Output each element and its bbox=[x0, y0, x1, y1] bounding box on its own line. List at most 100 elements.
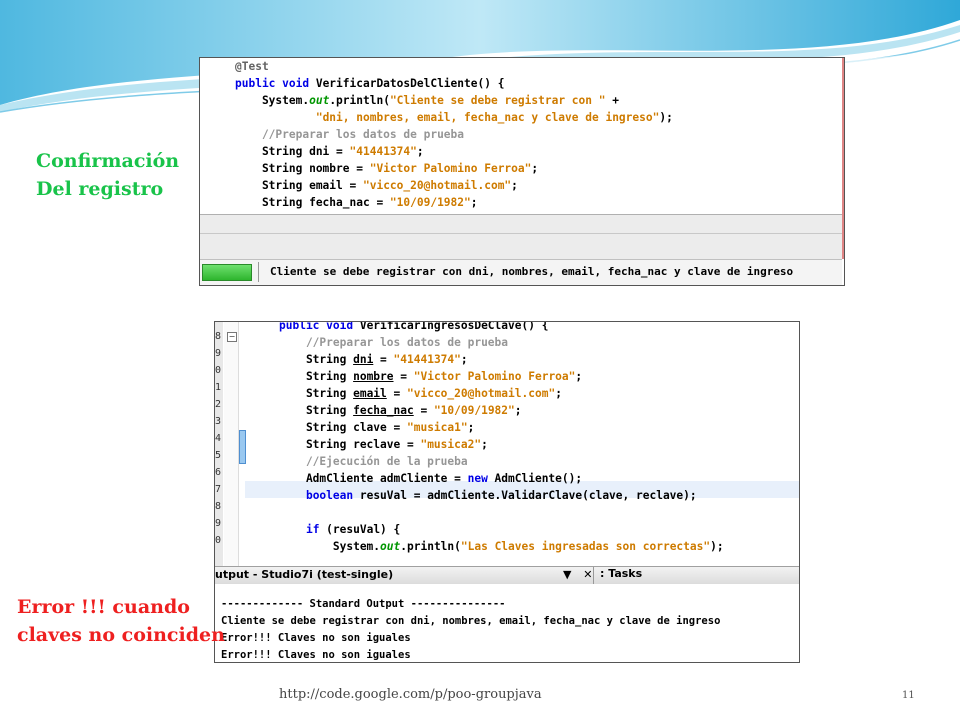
code-token: "vicco_20@hotmail.com" bbox=[362, 179, 512, 192]
code-token: "10/09/1982" bbox=[389, 196, 471, 209]
code-line: System.out.println("Las Claves ingresada… bbox=[279, 538, 724, 555]
code-token: //Ejecución de la prueba bbox=[279, 455, 468, 468]
code-token: ; bbox=[470, 196, 478, 209]
code-token: String bbox=[279, 387, 354, 400]
code-token: ; bbox=[460, 353, 468, 366]
line-number: 6 bbox=[215, 467, 222, 478]
line-number: 9 bbox=[215, 518, 222, 529]
code-line: String email = "vicco_20@hotmail.com"; bbox=[235, 177, 673, 194]
code-token: .println( bbox=[329, 94, 390, 107]
code-token: "Las Claves ingresadas son correctas" bbox=[460, 540, 711, 553]
code-token: (resuVal) { bbox=[326, 523, 401, 536]
code-token: public void bbox=[235, 77, 316, 90]
code-token: out bbox=[380, 540, 401, 553]
collapse-fold-icon[interactable]: − bbox=[227, 332, 237, 342]
code-line: public void VerificarDatosDelCliente() { bbox=[235, 75, 673, 92]
code-line: //Preparar los datos de prueba bbox=[279, 334, 724, 351]
code-token: ; bbox=[467, 421, 475, 434]
editor-right-margin bbox=[842, 58, 844, 259]
code-token: String bbox=[279, 353, 354, 366]
code-token: = bbox=[373, 353, 394, 366]
code-line: boolean resuVal = admCliente.ValidarClav… bbox=[279, 487, 724, 504]
fold-gutter bbox=[224, 322, 239, 566]
code-token: String fecha_nac = bbox=[235, 196, 390, 209]
code-line: String dni = "41441374"; bbox=[235, 143, 673, 160]
code-token: VerificarIngresosDeClave bbox=[359, 322, 522, 332]
confirmation-label: Confirmación Del registro bbox=[36, 147, 179, 203]
code-token: String clave = bbox=[279, 421, 407, 434]
code-token: public void bbox=[279, 322, 360, 332]
code-line: String reclave = "musica2"; bbox=[279, 436, 724, 453]
line-number: 7 bbox=[215, 484, 222, 495]
code-token: @Test bbox=[235, 60, 269, 73]
code-token: System. bbox=[279, 540, 381, 553]
output-line: ------------- Standard Output ----------… bbox=[221, 598, 506, 610]
code-line: String fecha_nac = "10/09/1982"; bbox=[279, 402, 724, 419]
code-line: "dni, nombres, email, fecha_nac y clave … bbox=[235, 109, 673, 126]
code-token: = bbox=[413, 404, 434, 417]
error-label: Error !!! cuando claves no coinciden bbox=[17, 593, 225, 649]
code-token: () { bbox=[477, 77, 505, 90]
code-token: "41441374" bbox=[349, 145, 417, 158]
code-token: "vicco_20@hotmail.com" bbox=[407, 387, 556, 400]
code-token: if bbox=[305, 523, 327, 536]
code-token: AdmCliente(); bbox=[494, 472, 583, 485]
output-line: Cliente se debe registrar con dni, nombr… bbox=[221, 615, 721, 627]
code-token: String nombre = bbox=[235, 162, 370, 175]
editor-gutter bbox=[200, 58, 227, 214]
line-number: 0 bbox=[215, 365, 222, 376]
line-number: 8 bbox=[215, 501, 222, 512]
footer-link[interactable]: http://code.google.com/p/poo-groupjava bbox=[279, 687, 542, 702]
code-line: //Ejecución de la prueba bbox=[279, 453, 724, 470]
output-line: Error!!! Claves no son iguales bbox=[221, 649, 411, 661]
code-token: ; bbox=[531, 162, 539, 175]
line-number: 8 bbox=[215, 331, 222, 342]
tasks-tab[interactable]: : Tasks bbox=[593, 567, 642, 584]
code-line: String nombre = "Victor Palomino Ferroa"… bbox=[235, 160, 673, 177]
code-token: ; bbox=[555, 387, 562, 400]
tab-menu-close-icons[interactable]: ▼ ✕ bbox=[563, 568, 597, 581]
change-marker bbox=[239, 430, 246, 464]
code-editor: @Test public void VerificarDatosDelClient… bbox=[200, 58, 842, 214]
code-token: ; bbox=[511, 179, 518, 192]
code-editor: 8 9 0 1 2 3 4 5 6 7 8 9 0 − public void VerificarIng… bbox=[215, 322, 799, 566]
line-number: 5 bbox=[215, 450, 222, 461]
output-line: Error!!! Claves no son iguales bbox=[221, 632, 411, 644]
code-line: //Preparar los datos de prueba bbox=[235, 126, 673, 143]
code-line: String clave = "musica1"; bbox=[279, 419, 724, 436]
output-console: ------------- Standard Output ----------… bbox=[215, 584, 799, 662]
line-number: 1 bbox=[215, 382, 222, 393]
code-token: String bbox=[279, 404, 354, 417]
test-status-text: Cliente se debe registrar con dni, nombr… bbox=[270, 265, 794, 278]
code-token: ; bbox=[481, 438, 488, 451]
code-token: "musica2" bbox=[420, 438, 482, 451]
code-token: //Preparar los datos de prueba bbox=[235, 128, 465, 141]
code-token: String dni = bbox=[235, 145, 350, 158]
code-token: ); bbox=[659, 111, 673, 124]
code-token: = bbox=[386, 387, 407, 400]
code-token: "musica1" bbox=[406, 421, 468, 434]
code-token: boolean bbox=[305, 489, 360, 502]
code-token: String email = bbox=[235, 179, 363, 192]
output-tab-title[interactable]: utput - Studio7i (test-single) bbox=[215, 568, 393, 581]
divider bbox=[258, 262, 259, 282]
output-tab-bar: utput - Studio7i (test-single) ▼ ✕ : Tas… bbox=[215, 566, 799, 585]
test-progress-bar bbox=[202, 264, 252, 281]
line-number: 4 bbox=[215, 433, 222, 444]
error-label-line1: Error !!! cuando bbox=[17, 596, 190, 618]
code-token: "Cliente se debe registrar con " bbox=[389, 94, 606, 107]
code-lines: @Test public void VerificarDatosDelClient… bbox=[235, 58, 673, 211]
code-token: + bbox=[605, 94, 619, 107]
divider bbox=[200, 233, 842, 234]
confirmation-label-line2: Del registro bbox=[36, 178, 164, 200]
code-token: "dni, nombres, email, fecha_nac y clave … bbox=[315, 111, 660, 124]
code-token: ; bbox=[514, 404, 522, 417]
code-screenshot-test-clave: 8 9 0 1 2 3 4 5 6 7 8 9 0 − public void VerificarIng… bbox=[214, 321, 800, 663]
code-line: String fecha_nac = "10/09/1982"; bbox=[235, 194, 673, 211]
code-token: new bbox=[467, 472, 495, 485]
code-token: ; bbox=[575, 370, 583, 383]
code-line: @Test bbox=[235, 58, 673, 75]
code-lines: public void VerificarIngresosDeClave() {… bbox=[279, 322, 724, 555]
